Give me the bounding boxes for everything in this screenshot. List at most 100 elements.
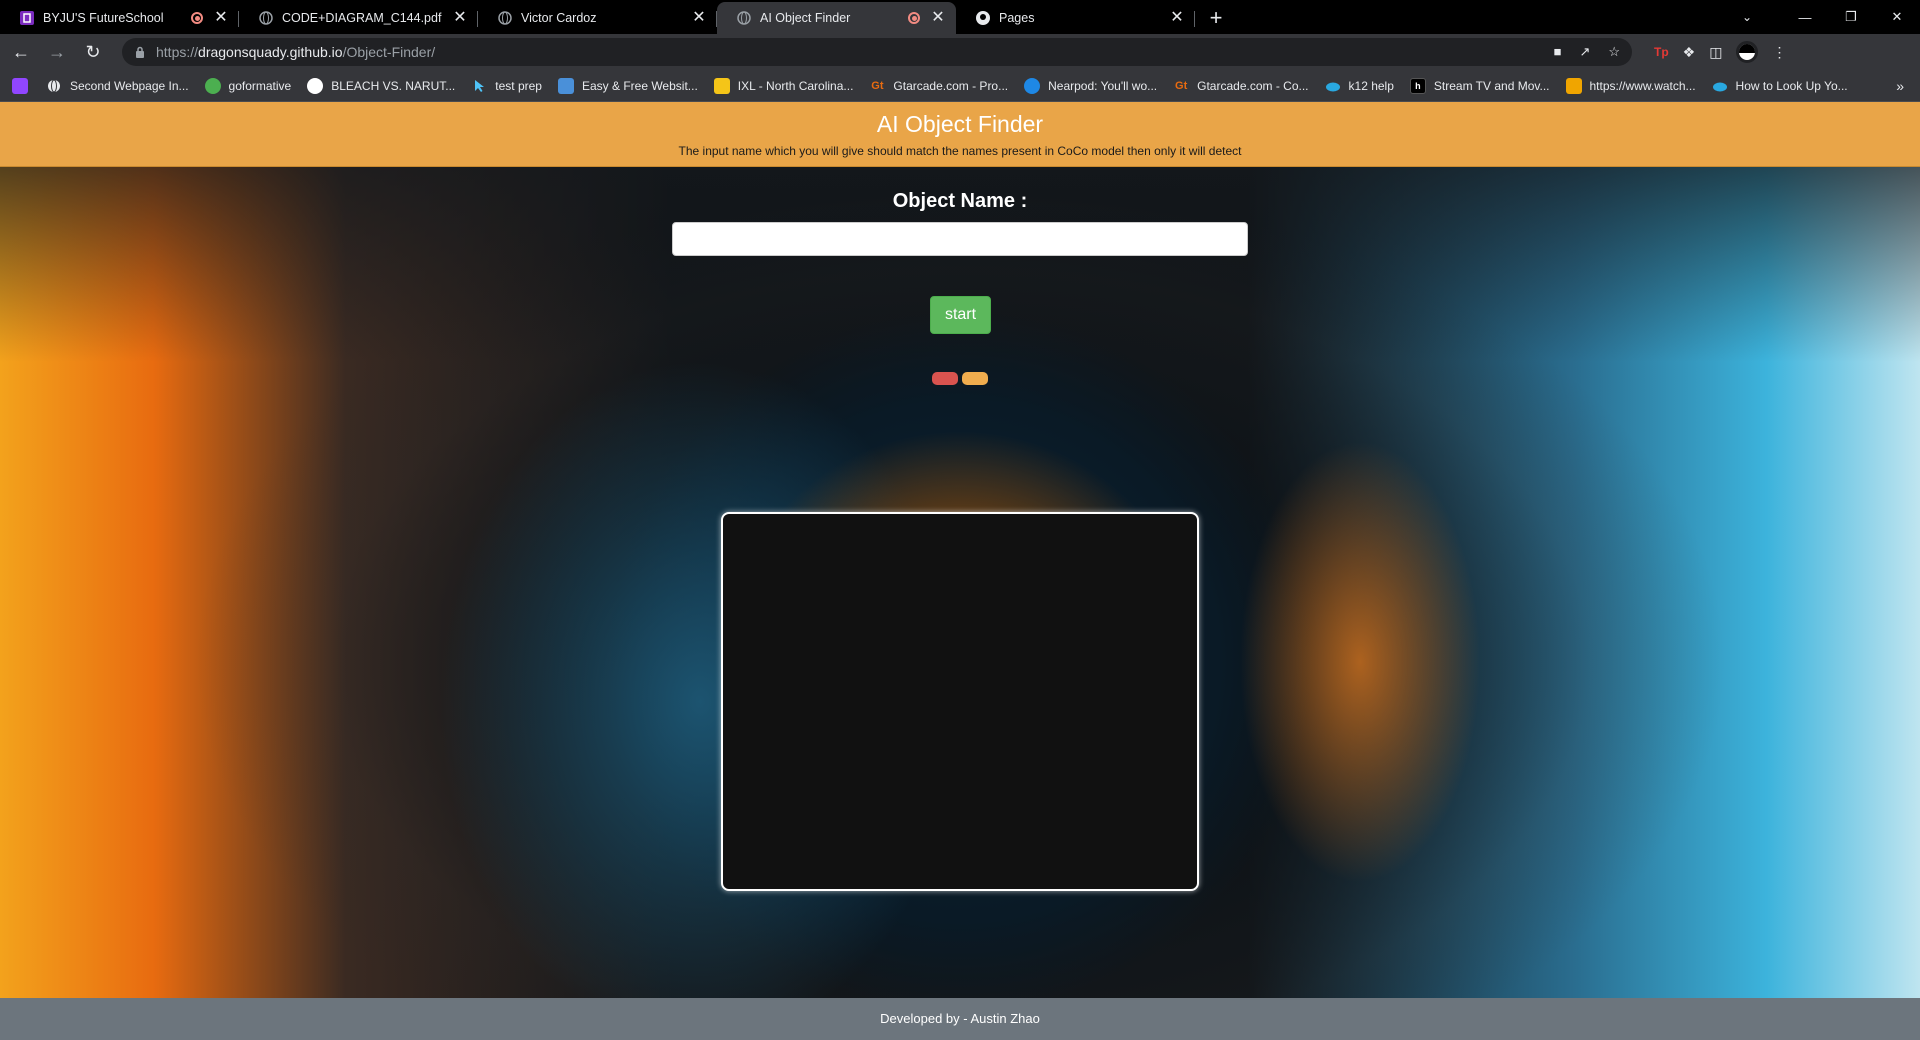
bookmark-label: IXL - North Carolina...: [737, 78, 854, 93]
globe-icon: [46, 78, 62, 94]
watch-icon: [1565, 77, 1582, 94]
tab-close-icon[interactable]: ✕: [213, 10, 229, 26]
bookmark-label: Nearpod: You'll wo...: [1048, 78, 1158, 93]
camera-icon[interactable]: ■: [1554, 44, 1562, 60]
bookmarks-bar: Second Webpage In... goformative BLEACH VS…: [0, 70, 1920, 102]
tab-title: Pages: [999, 11, 1035, 25]
tab-close-icon[interactable]: ✕: [691, 10, 707, 26]
tab-title: AI Object Finder: [760, 11, 851, 25]
tab-title: BYJU'S FutureSchool: [43, 11, 164, 25]
ixl-icon: [713, 77, 730, 94]
bleach-icon: [307, 77, 324, 94]
bookmark-item[interactable]: Second Webpage In...: [46, 78, 189, 94]
gtarcade-icon: Gt: [1175, 79, 1188, 92]
tab-strip: BYJU'S FutureSchool ✕ CODE+DIAGRAM_C144.pd…: [0, 0, 1920, 34]
cursor-icon: [471, 78, 487, 94]
bookmark-item[interactable]: test prep: [471, 78, 542, 94]
bookmark-item[interactable]: goformative: [204, 77, 292, 94]
cloud-icon: [1325, 78, 1341, 94]
bookmark-label: goformative: [228, 78, 292, 93]
status-indicator-orange: [962, 372, 988, 385]
tab-close-icon[interactable]: ✕: [930, 10, 946, 26]
weebly-icon: [557, 77, 574, 94]
bookmark-label: https://www.watch...: [1589, 78, 1696, 93]
gtarcade-icon: Gt: [871, 79, 884, 92]
tab-search-icon[interactable]: ⌄: [1729, 0, 1765, 34]
bookmark-label: Stream TV and Mov...: [1433, 78, 1550, 93]
globe-icon: [259, 11, 273, 25]
back-icon[interactable]: ←: [6, 37, 36, 67]
tab-close-icon[interactable]: ✕: [452, 10, 468, 26]
profile-avatar[interactable]: [1736, 41, 1759, 63]
page-header: AI Object Finder The input name which yo…: [0, 102, 1920, 167]
bookmark-item[interactable]: Nearpod: You'll wo...: [1024, 77, 1158, 94]
bookmark-label: BLEACH VS. NARUT...: [331, 78, 456, 93]
bookmark-twitch[interactable]: [12, 77, 28, 94]
tab-title: Victor Cardoz: [521, 11, 597, 25]
bookmark-item[interactable]: k12 help: [1325, 78, 1394, 94]
forward-icon[interactable]: →: [42, 37, 72, 67]
cloud-icon: [1712, 78, 1728, 94]
bookmark-item[interactable]: How to Look Up Yo...: [1712, 78, 1848, 94]
share-icon[interactable]: ↗: [1579, 44, 1590, 60]
restore-icon[interactable]: ❐: [1828, 0, 1874, 34]
side-panel-icon[interactable]: ◫: [1709, 44, 1722, 61]
globe-icon: [498, 11, 512, 25]
minimize-icon[interactable]: —: [1782, 0, 1828, 34]
bookmark-item[interactable]: https://www.watch...: [1565, 77, 1696, 94]
recording-icon: [191, 12, 203, 24]
browser-tab[interactable]: Pages ✕: [956, 2, 1195, 34]
menu-icon[interactable]: ⋮: [1772, 44, 1786, 61]
github-icon: [976, 11, 990, 25]
bookmark-label: Second Webpage In...: [70, 78, 189, 93]
bookmark-item[interactable]: BLEACH VS. NARUT...: [307, 77, 456, 94]
bookmark-label: How to Look Up Yo...: [1735, 78, 1848, 93]
url-path: /Object-Finder/: [342, 44, 436, 60]
browser-tab[interactable]: Victor Cardoz ✕: [478, 2, 717, 34]
twitch-icon: [12, 77, 28, 94]
url-scheme: https://: [156, 44, 199, 60]
status-indicator-red: [932, 372, 958, 385]
page-viewport: AI Object Finder The input name which yo…: [0, 102, 1920, 1040]
nearpod-icon: [1024, 77, 1041, 94]
extensions-puzzle-icon[interactable]: ❖: [1683, 44, 1696, 61]
video-canvas: [721, 512, 1199, 891]
bookmark-item[interactable]: Gt Gtarcade.com - Pro...: [869, 78, 1008, 94]
bookmark-item[interactable]: h Stream TV and Mov...: [1409, 77, 1550, 94]
recording-icon: [908, 12, 920, 24]
globe-icon: [737, 11, 751, 25]
bookmark-label: Gtarcade.com - Co...: [1197, 78, 1309, 93]
tab-close-icon[interactable]: ✕: [1169, 10, 1185, 26]
bookmark-label: test prep: [495, 78, 542, 93]
tab-title: CODE+DIAGRAM_C144.pdf: [282, 11, 442, 25]
new-tab-button[interactable]: +: [1201, 2, 1231, 34]
object-name-input[interactable]: [672, 222, 1248, 256]
browser-tab[interactable]: BYJU'S FutureSchool ✕: [0, 2, 239, 34]
bookmark-label: Gtarcade.com - Pro...: [893, 78, 1009, 93]
url-host: dragonsquady.github.io: [198, 44, 343, 60]
close-window-icon[interactable]: ✕: [1874, 0, 1920, 34]
bookmark-item[interactable]: Easy & Free Websit...: [557, 77, 698, 94]
page-footer: Developed by - Austin Zhao: [0, 998, 1920, 1040]
page-title: AI Object Finder: [876, 111, 1044, 137]
reload-icon[interactable]: ↻: [78, 37, 108, 67]
browser-tab[interactable]: CODE+DIAGRAM_C144.pdf ✕: [239, 2, 478, 34]
bookmarks-overflow-icon[interactable]: »: [1896, 70, 1904, 102]
bookmark-label: k12 help: [1348, 78, 1394, 93]
bookmark-star-icon[interactable]: ☆: [1608, 44, 1620, 60]
goformative-icon: [204, 77, 221, 94]
bookmark-item[interactable]: IXL - North Carolina...: [713, 77, 854, 94]
bookmark-item[interactable]: Gt Gtarcade.com - Co...: [1173, 78, 1309, 94]
start-button[interactable]: start: [930, 296, 991, 334]
object-name-label: Object Name :: [892, 190, 1028, 212]
hulu-icon: h: [1409, 77, 1426, 94]
window-controls: — ❐ ✕: [1782, 0, 1920, 34]
browser-tab[interactable]: AI Object Finder ✕: [717, 2, 956, 34]
byjus-icon: [20, 11, 34, 25]
page-subtitle: The input name which you will give shoul…: [678, 144, 1242, 158]
extension-tp-icon[interactable]: Tp: [1654, 45, 1669, 59]
bookmark-label: Easy & Free Websit...: [581, 78, 698, 93]
browser-toolbar: ← → ↻ https://dragonsquady.github.io/Obj…: [0, 34, 1920, 70]
address-bar[interactable]: https://dragonsquady.github.io/Object-Fi…: [122, 38, 1632, 66]
lock-icon: [134, 45, 146, 59]
